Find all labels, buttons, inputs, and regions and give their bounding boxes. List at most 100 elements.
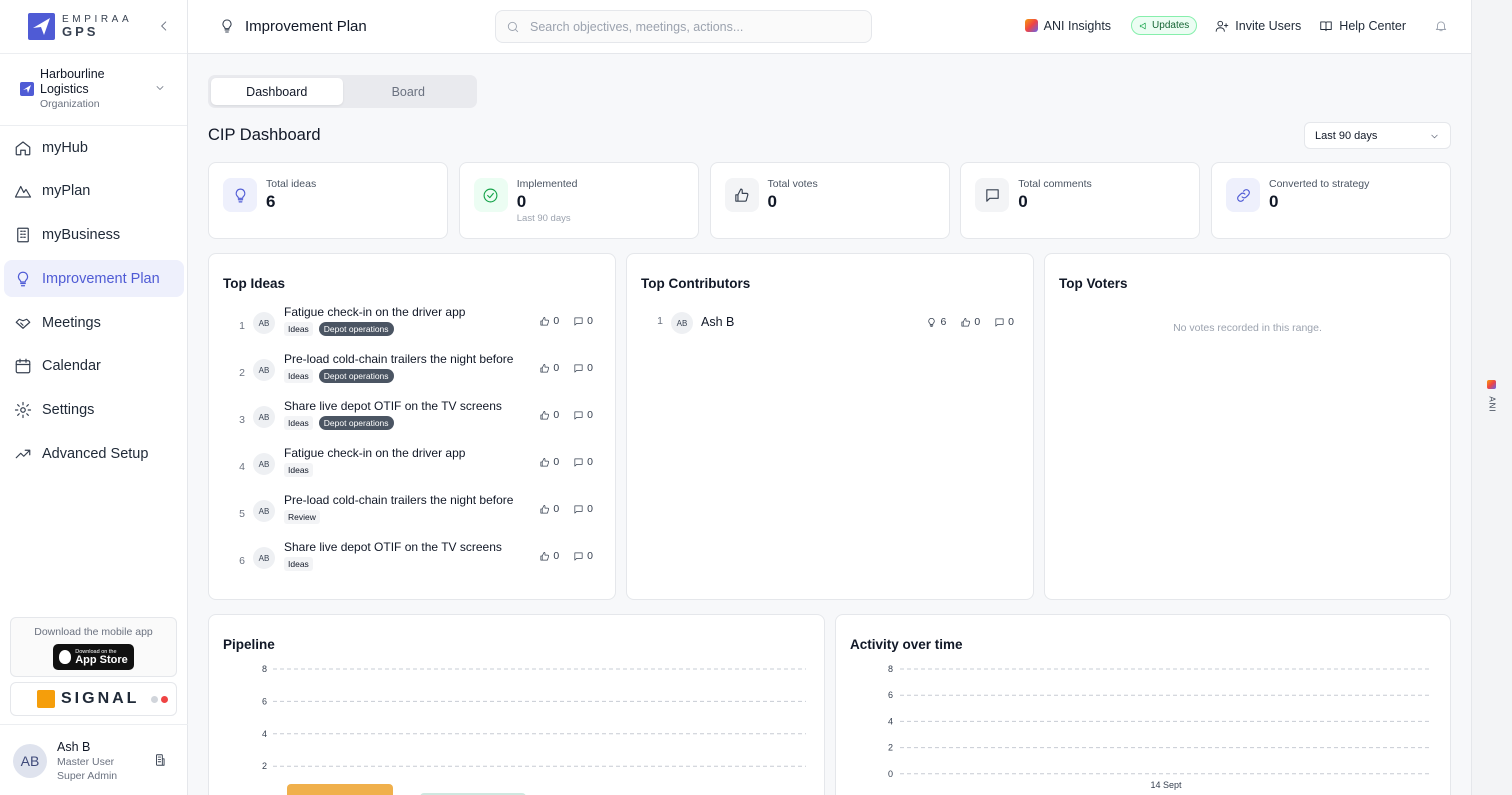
stat-total-ideas: Total ideas 6 — [208, 162, 448, 239]
stat-subtext: Last 90 days — [516, 213, 571, 224]
nav-item-advanced-setup[interactable]: Advanced Setup — [4, 436, 184, 473]
idea-tag: Ideas — [284, 369, 313, 383]
card-title: Top Contributors — [641, 276, 751, 291]
stat-converted: Converted to strategy 0 — [1211, 162, 1451, 239]
ani-insights-button[interactable]: ANI Insights — [1024, 19, 1111, 33]
comment-icon — [574, 551, 583, 561]
building-icon — [17, 227, 29, 243]
switch-org-icon[interactable] — [153, 753, 167, 767]
ani-icon — [1024, 19, 1038, 32]
lightbulb-icon — [219, 18, 235, 34]
comment-icon — [574, 504, 583, 514]
link-icon — [1226, 178, 1260, 212]
thumbs-up-icon — [540, 457, 550, 467]
chevron-down-icon[interactable] — [154, 82, 166, 94]
top-contributors-card: Top Contributors 1 AB Ash B 6 0 0 — [626, 253, 1034, 600]
stat-label: Total comments — [1018, 178, 1092, 190]
nav-label: Meetings — [42, 314, 101, 331]
nav-label: Settings — [42, 402, 95, 419]
comment-icon — [574, 410, 583, 420]
updates-badge[interactable]: Updates — [1131, 16, 1198, 35]
pipeline-chart: 2 4 6 8 — [262, 664, 806, 795]
org-logo-icon — [20, 82, 34, 96]
search-icon — [507, 21, 519, 32]
top-actions: ANI Insights Updates Invite Users Help C… — [1007, 16, 1448, 35]
avatar: AB — [253, 453, 275, 475]
ani-side-rail[interactable]: ANI — [1471, 0, 1512, 795]
nav-item-meetings[interactable]: Meetings — [4, 304, 184, 341]
stat-label: Converted to strategy — [1269, 178, 1370, 190]
date-range-select[interactable]: Last 90 days — [1304, 122, 1451, 149]
votes-count: 0 — [553, 456, 560, 468]
idea-rank: 3 — [239, 414, 245, 426]
votes-count: 0 — [553, 362, 560, 374]
status-dot — [161, 695, 169, 703]
book-icon — [1320, 20, 1333, 31]
check-circle-icon — [473, 178, 508, 212]
nav-label: myPlan — [42, 183, 91, 200]
app-store-button[interactable]: Download on the App Store — [53, 644, 134, 670]
votes-count: 0 — [553, 409, 560, 421]
search-bar[interactable] — [495, 10, 872, 43]
org-switcher[interactable]: Harbourline Logistics Organization — [0, 54, 187, 126]
activity-chart: 0 2 4 6 8 14 Sept — [888, 664, 1432, 790]
gear-icon — [14, 402, 32, 419]
idea-row[interactable]: 6 AB Share live depot OTIF on the TV scr… — [223, 540, 598, 589]
invite-users-button[interactable]: Invite Users — [1215, 19, 1301, 33]
comment-icon — [995, 317, 1004, 327]
avatar: AB — [253, 359, 275, 381]
contributor-rank: 1 — [657, 315, 663, 327]
invite-users-label: Invite Users — [1235, 18, 1302, 33]
help-center-button[interactable]: Help Center — [1319, 19, 1406, 33]
brand-logo-icon[interactable] — [28, 13, 55, 40]
idea-title: Share live depot OTIF on the TV screens — [284, 540, 502, 554]
nav-label: Improvement Plan — [42, 270, 160, 287]
nav-item-myhub[interactable]: myHub — [4, 129, 184, 166]
avatar: AB — [253, 312, 275, 334]
logo-row: EMPIRAA GPS — [0, 0, 187, 54]
contributor-row[interactable]: 1 AB Ash B 6 0 0 — [641, 312, 1019, 334]
collapse-sidebar-icon[interactable] — [157, 19, 171, 33]
stat-label: Total votes — [767, 178, 818, 190]
avatar[interactable]: AB — [13, 744, 47, 778]
brand-product: GPS — [62, 24, 99, 39]
main-nav: myHub myPlan myBusiness Improvement Plan… — [4, 129, 184, 479]
idea-title: Share live depot OTIF on the TV screens — [284, 399, 502, 413]
idea-tag: Depot operations — [318, 416, 394, 430]
nav-item-improvement-plan[interactable]: Improvement Plan — [4, 260, 184, 298]
nav-item-mybusiness[interactable]: myBusiness — [4, 217, 184, 254]
nav-item-calendar[interactable]: Calendar — [4, 348, 184, 385]
tab-dashboard[interactable]: Dashboard — [211, 78, 343, 105]
idea-tags: Ideas — [284, 463, 313, 477]
y-tick-label: 6 — [262, 696, 267, 706]
idea-tags: Ideas Depot operations — [284, 369, 394, 383]
idea-counts: 0 0 — [539, 550, 593, 562]
thumbs-up-icon — [540, 316, 550, 326]
pipeline-bar[interactable] — [287, 784, 393, 795]
user-role-secondary: Super Admin — [57, 770, 118, 782]
votes-count: 0 — [974, 316, 981, 328]
idea-row[interactable]: 4 AB Fatigue check-in on the driver app … — [223, 446, 598, 495]
date-range-value: Last 90 days — [1315, 129, 1378, 142]
stat-total-votes: Total votes 0 — [709, 162, 950, 239]
comments-count: 0 — [587, 503, 593, 515]
apple-icon — [59, 650, 72, 664]
org-name: Harbourline Logistics — [40, 67, 105, 96]
idea-row[interactable]: 3 AB Share live depot OTIF on the TV scr… — [223, 399, 598, 448]
comment-icon — [574, 316, 583, 326]
idea-row[interactable]: 2 AB Pre-load cold-chain trailers the ni… — [223, 352, 598, 401]
tab-board[interactable]: Board — [343, 78, 475, 105]
idea-row[interactable]: 5 AB Pre-load cold-chain trailers the ni… — [223, 493, 598, 542]
signal-link[interactable]: SIGNAL — [10, 682, 177, 716]
updates-label: Updates — [1152, 20, 1190, 31]
idea-tag: Ideas — [284, 557, 313, 571]
nav-item-myplan[interactable]: myPlan — [4, 173, 184, 210]
calendar-icon — [15, 359, 31, 374]
nav-item-settings[interactable]: Settings — [4, 392, 184, 429]
nav-label: Calendar — [42, 358, 101, 375]
bell-icon[interactable] — [1434, 19, 1448, 33]
stat-value: 0 — [516, 192, 527, 211]
search-input[interactable] — [530, 19, 850, 34]
idea-row[interactable]: 1 AB Fatigue check-in on the driver app … — [223, 305, 598, 354]
y-tick-label: 8 — [262, 664, 267, 674]
